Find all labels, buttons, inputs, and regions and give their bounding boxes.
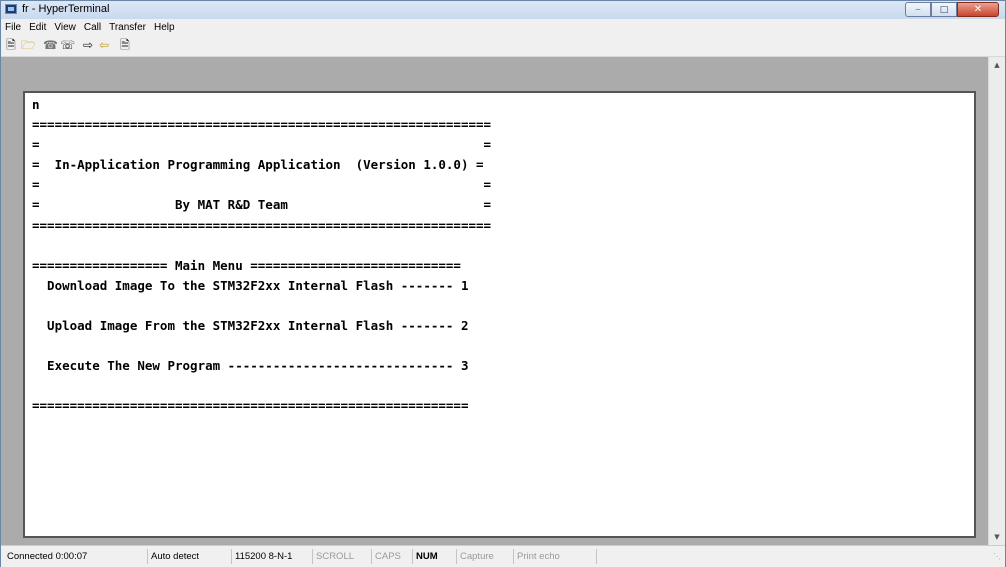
status-num: NUM (414, 549, 457, 564)
status-detect: Auto detect (149, 549, 232, 564)
menu-bar: File Edit View Call Transfer Help (1, 19, 1005, 36)
receive-icon[interactable]: ⇦ (97, 39, 111, 52)
close-button[interactable]: ✕ (957, 2, 999, 17)
title-bar[interactable]: fr - HyperTerminal ⎯ □ ✕ (1, 1, 1005, 19)
properties-icon[interactable]: 🗎 (118, 39, 132, 52)
status-caps: CAPS (373, 549, 413, 564)
menu-call[interactable]: Call (80, 19, 105, 36)
minimize-button[interactable]: ⎯ (905, 2, 931, 17)
terminal-output: n ======================================… (32, 97, 492, 414)
hyperterminal-window: fr - HyperTerminal ⎯ □ ✕ File Edit View … (0, 0, 1006, 567)
status-params: 115200 8-N-1 (233, 549, 313, 564)
status-bar: Connected 0:00:07 Auto detect 115200 8-N… (1, 545, 1005, 567)
status-print-echo: Print echo (515, 549, 597, 564)
status-capture: Capture (458, 549, 514, 564)
menu-help[interactable]: Help (150, 19, 179, 36)
menu-view[interactable]: View (50, 19, 80, 36)
scroll-up-icon[interactable]: ▲ (989, 57, 1005, 73)
scroll-down-icon[interactable]: ▼ (989, 529, 1005, 545)
phone-icon[interactable]: ☎ (43, 39, 58, 52)
resize-grip-icon[interactable]: ⋱ (993, 552, 1003, 562)
app-icon (5, 4, 17, 14)
new-icon[interactable]: 🗎 (4, 39, 18, 52)
window-title: fr - HyperTerminal (22, 3, 110, 15)
terminal-area: n ======================================… (1, 57, 1005, 545)
terminal-screen[interactable]: n ======================================… (23, 91, 976, 538)
vertical-scrollbar[interactable]: ▲ ▼ (988, 57, 1005, 545)
maximize-button[interactable]: □ (931, 2, 957, 17)
open-icon[interactable]: 🗁 (21, 39, 36, 52)
window-controls: ⎯ □ ✕ (905, 2, 999, 18)
status-connected: Connected 0:00:07 (5, 549, 148, 564)
toolbar: 🗎 🗁 ☎ ☏ ⇨ ⇦ 🗎 (1, 36, 1005, 57)
send-icon[interactable]: ⇨ (81, 39, 95, 52)
menu-edit[interactable]: Edit (25, 19, 50, 36)
status-scroll: SCROLL (314, 549, 372, 564)
menu-file[interactable]: File (1, 19, 25, 36)
menu-transfer[interactable]: Transfer (105, 19, 150, 36)
hangup-icon[interactable]: ☏ (60, 39, 75, 52)
